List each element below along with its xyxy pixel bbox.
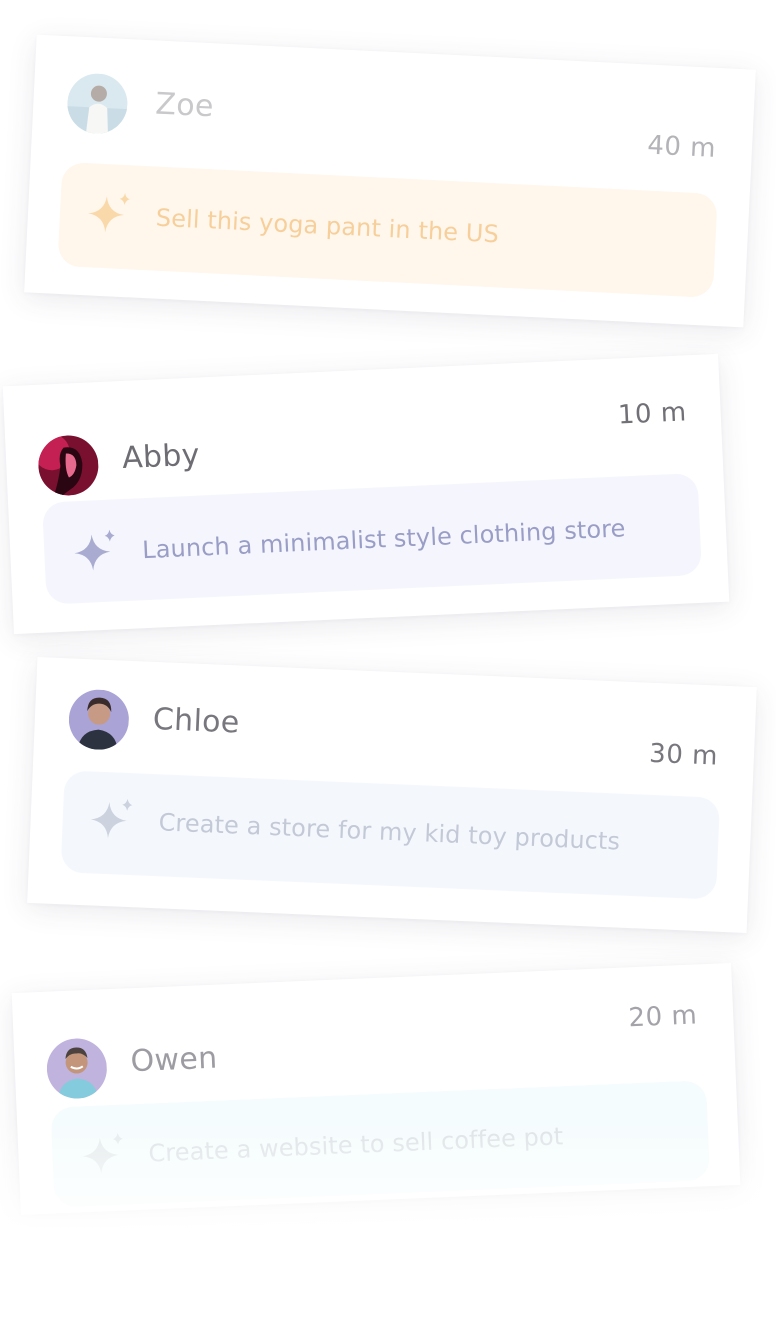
- prompt-box[interactable]: Create a store for my kid toy products: [60, 770, 721, 900]
- activity-card-zoe[interactable]: Zoe 40 m Sell this yoga pant in the US: [24, 34, 756, 328]
- sparkle-icon: [82, 1132, 123, 1174]
- avatar: [66, 72, 129, 136]
- sparkle-icon: [88, 193, 130, 233]
- user-name: Abby: [121, 437, 201, 477]
- avatar: [67, 688, 131, 751]
- activity-card-owen[interactable]: Owen 20 m Create a website to sell coffe…: [11, 963, 741, 1215]
- user-name: Zoe: [154, 86, 215, 125]
- avatar-photo: [37, 434, 100, 497]
- timestamp: 10 m: [617, 397, 688, 431]
- activity-card-abby[interactable]: Abby 10 m Launch a minimalist style clot…: [2, 353, 730, 635]
- avatar-photo: [67, 688, 131, 751]
- prompt-box[interactable]: Create a website to sell coffee pot: [50, 1080, 711, 1208]
- prompt-box[interactable]: Sell this yoga pant in the US: [57, 161, 718, 298]
- avatar-photo: [45, 1037, 109, 1100]
- timestamp: 20 m: [627, 1000, 698, 1034]
- user-name: Chloe: [152, 701, 241, 741]
- user-name: Owen: [129, 1040, 219, 1080]
- prompt-box[interactable]: Launch a minimalist style clothing store: [42, 472, 703, 605]
- avatar: [37, 434, 100, 497]
- avatar-photo: [66, 72, 129, 136]
- sparkle-icon: [90, 798, 133, 839]
- sparkle-icon: [74, 529, 115, 571]
- timestamp: 40 m: [646, 130, 717, 164]
- activity-card-chloe[interactable]: Chloe 30 m Create a store for my kid toy…: [27, 657, 757, 933]
- avatar: [45, 1037, 109, 1100]
- prompt-text: Create a store for my kid toy products: [158, 808, 621, 856]
- prompt-text: Create a website to sell coffee pot: [147, 1122, 564, 1168]
- prompt-text: Launch a minimalist style clothing store: [141, 514, 627, 565]
- prompt-text: Sell this yoga pant in the US: [155, 203, 500, 249]
- timestamp: 30 m: [648, 738, 719, 772]
